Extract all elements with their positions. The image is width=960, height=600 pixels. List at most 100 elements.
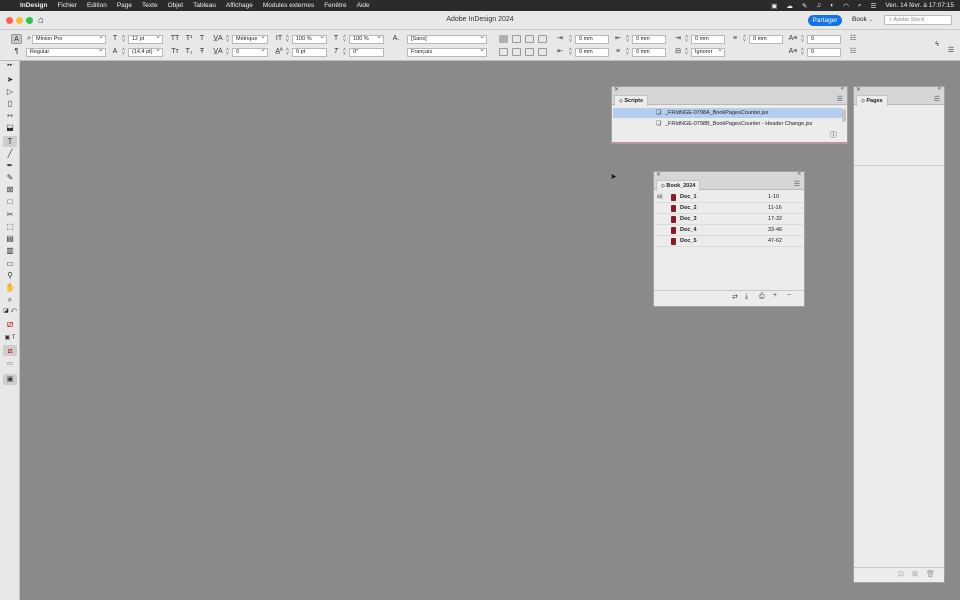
menu-objet[interactable]: Objet	[168, 2, 184, 9]
align-right-icon[interactable]	[525, 35, 534, 43]
apply-none-icon[interactable]: ⧄	[3, 345, 17, 356]
first-line-indent-field[interactable]: 0 mm	[575, 48, 609, 57]
collapse-panel-icon[interactable]: «	[798, 171, 801, 177]
justify-left-icon[interactable]	[499, 48, 508, 56]
font-family-field[interactable]: Minion Pro	[32, 35, 106, 44]
baseline-shift-field[interactable]: 0 pt	[292, 48, 327, 57]
drop-cap-chars-stepper[interactable]: ˄ ˅	[800, 48, 805, 57]
align-center-icon[interactable]	[512, 35, 521, 43]
skew-stepper[interactable]: ˄ ˅	[342, 48, 347, 57]
table-row[interactable]: Doc_5 47-62	[656, 236, 803, 247]
list-item[interactable]: ❏ _FRIdNGE-0798A_BookPagesCounter.jsx	[613, 108, 842, 118]
leading-field[interactable]: (14,4 pt)	[128, 48, 163, 57]
tracking-field[interactable]: 0	[232, 48, 268, 57]
drop-cap-lines-stepper[interactable]: ˄ ˅	[800, 35, 805, 44]
font-style-field[interactable]: Regular	[26, 48, 106, 57]
tab-pages[interactable]: ◇ Pages	[856, 95, 888, 106]
hyphenation-stepper[interactable]: ˄ ˅	[684, 48, 689, 57]
paragraph-settings-icon[interactable]: ☷	[848, 34, 858, 43]
save-book-icon[interactable]: ⤓	[745, 293, 748, 301]
print-book-icon[interactable]: ⎙	[759, 293, 765, 301]
selection-tool-icon[interactable]: ➤	[3, 74, 17, 85]
table-row[interactable]: Doc_4 33-46	[656, 225, 803, 236]
formatting-container-icon[interactable]: ▣ T	[3, 333, 17, 344]
kerning-field[interactable]: Métrique	[232, 35, 268, 44]
tab-scripts[interactable]: ◇ Scripts	[614, 95, 649, 106]
table-row[interactable]: Doc_2 11-16	[656, 203, 803, 214]
skew-field[interactable]: 0°	[349, 48, 384, 57]
menu-modules-externes[interactable]: Modules externes	[263, 2, 314, 9]
pen-icon[interactable]: ✎	[802, 2, 807, 10]
adobe-stock-search[interactable]: ⌕ Adobe Stock	[884, 15, 952, 25]
info-icon[interactable]: ⓘ	[830, 130, 837, 140]
fill-stroke-swatch-icon[interactable]: ⧄	[3, 319, 17, 330]
zoom-tool-icon[interactable]: ⌕	[3, 294, 17, 305]
gradient-feather-tool-icon[interactable]: ▥	[3, 245, 17, 256]
paragraph-mode-icon[interactable]: ¶	[11, 47, 22, 56]
menu-fichier[interactable]: Fichier	[57, 2, 77, 9]
underline-icon[interactable]: T	[198, 34, 206, 43]
display-icon[interactable]: ▣	[771, 2, 777, 10]
gradient-swatch-tool-icon[interactable]: ▤	[3, 233, 17, 244]
horizontal-scale-field[interactable]: 100 %	[349, 35, 384, 44]
search-icon[interactable]: ⌕	[858, 2, 862, 10]
hand-tool-icon[interactable]: ✋	[3, 282, 17, 293]
collapse-panel-icon[interactable]: «	[938, 86, 941, 92]
line-tool-icon[interactable]: ╱	[3, 148, 17, 159]
align-towards-spine-icon[interactable]	[538, 35, 547, 43]
space-after-stepper[interactable]: ˄ ˅	[742, 35, 747, 44]
character-mode-icon[interactable]: A	[11, 34, 22, 44]
screen-mode-icon[interactable]: ▭	[3, 359, 17, 370]
menu-page[interactable]: Page	[117, 2, 132, 9]
add-document-icon[interactable]: +	[773, 292, 777, 299]
all-caps-icon[interactable]: TT	[170, 34, 180, 43]
menu-affichage[interactable]: Affichage	[226, 2, 253, 9]
list-item[interactable]: ❏ _FRIdNGE-0798B_BookPagesCounter - Head…	[613, 119, 842, 129]
right-indent-field[interactable]: 0 mm	[632, 35, 666, 44]
headphones-icon[interactable]: ♫	[816, 2, 821, 9]
quick-apply-icon[interactable]: ϟ	[932, 40, 942, 49]
delete-page-icon[interactable]: 🗑	[926, 570, 935, 578]
last-line-indent-stepper[interactable]: ˄ ˅	[684, 35, 689, 44]
new-page-icon[interactable]: ⊞	[912, 570, 918, 578]
last-line-indent-field[interactable]: 0 mm	[691, 35, 725, 44]
collapse-panel-icon[interactable]: «	[841, 86, 844, 92]
panel-menu-icon[interactable]: ☰	[934, 95, 940, 103]
control-panel-menu-icon[interactable]: ☰	[946, 46, 956, 55]
close-panel-icon[interactable]: ✕	[856, 86, 861, 93]
panel-menu-icon[interactable]: ☰	[837, 95, 843, 103]
vertical-scale-field[interactable]: 100 %	[292, 35, 327, 44]
share-button[interactable]: Partager	[808, 15, 842, 26]
eyedropper-tool-icon[interactable]: ⚲	[3, 270, 17, 281]
creative-cloud-icon[interactable]: ☁	[786, 2, 793, 10]
remove-document-icon[interactable]: −	[787, 292, 791, 299]
horizontal-scale-stepper[interactable]: ˄ ˅	[342, 35, 347, 44]
panel-menu-icon[interactable]: ☰	[794, 180, 800, 188]
menu-texte[interactable]: Texte	[142, 2, 158, 9]
close-panel-icon[interactable]: ✕	[656, 171, 661, 178]
control-icon[interactable]: ◐	[830, 2, 834, 9]
note-tool-icon[interactable]: ▭	[3, 258, 17, 269]
rectangle-frame-tool-icon[interactable]: ⊠	[3, 184, 17, 195]
justify-all-icon[interactable]	[538, 48, 547, 56]
superscript-icon[interactable]: T¹	[184, 34, 194, 43]
edit-page-size-icon[interactable]: ⊡	[898, 570, 904, 578]
type-tool-icon[interactable]: T	[3, 136, 17, 147]
align-left-icon[interactable]	[499, 35, 508, 43]
space-after-field[interactable]: 0 mm	[749, 35, 783, 44]
workspace-switcher[interactable]: Book ⌄	[852, 16, 873, 23]
menu-fenetre[interactable]: Fenêtre	[324, 2, 346, 9]
character-style-field[interactable]: [Sans]	[407, 35, 487, 44]
table-row[interactable]: Doc_3 17-32	[656, 214, 803, 225]
scissors-tool-icon[interactable]: ✂	[3, 209, 17, 220]
space-before-field[interactable]: 0 mm	[632, 48, 666, 57]
font-size-field[interactable]: 12 pt	[128, 35, 163, 44]
right-indent-stepper[interactable]: ˄ ˅	[625, 35, 630, 44]
direct-selection-tool-icon[interactable]: ▷	[3, 86, 17, 97]
wifi-icon[interactable]: ◠	[843, 2, 849, 10]
close-panel-icon[interactable]: ✕	[614, 86, 619, 93]
drop-cap-lines-field[interactable]: 0	[807, 35, 841, 44]
synchronize-icon[interactable]: ⇄	[732, 293, 738, 301]
menu-clock[interactable]: Ven. 14 févr. à 17:07:15	[885, 2, 954, 9]
font-size-stepper[interactable]: ˄ ˅	[121, 35, 126, 44]
